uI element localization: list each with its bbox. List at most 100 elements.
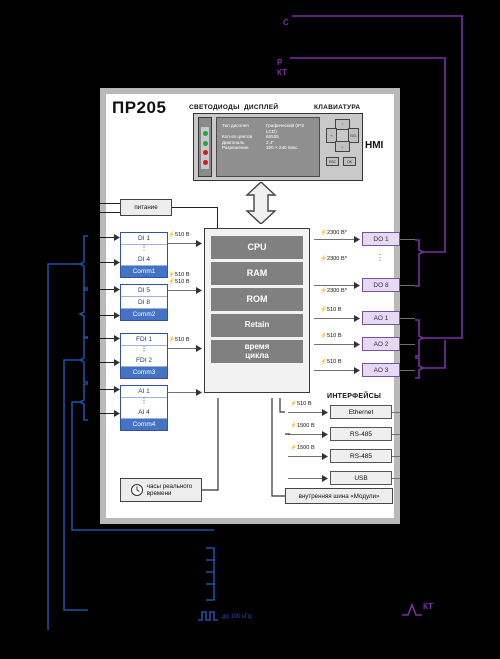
clock-icon — [130, 484, 143, 496]
interface-rs-485: RS-485 — [330, 427, 392, 441]
led-list — [201, 127, 209, 169]
input-arrow-2 — [114, 259, 120, 266]
cpu-cell-время: время цикла — [211, 340, 303, 363]
display-spec-row: Разрешение 320 × 240 пикс. — [222, 145, 315, 151]
digital-output-last: DO 8 — [362, 278, 400, 292]
input-arrow-5 — [114, 335, 120, 342]
section-header-keyboard: КЛАВИАТУРА — [314, 104, 361, 111]
input-terminal-ellipsis: ⋮ — [140, 398, 148, 405]
module-bus-block: внутренняя шина «Модули» — [285, 488, 393, 504]
interface-external-wire-2 — [392, 434, 400, 436]
display-panel: Тип дисплея Графический (IPS LCD) Кол-во ц… — [216, 117, 320, 177]
cpu-cell-cpu: CPU — [211, 236, 303, 259]
analog-output-wire-1 — [314, 318, 358, 320]
bottom-partial-label: КТ — [423, 602, 433, 611]
led-1 — [202, 131, 208, 137]
power-input-wire-2 — [100, 212, 120, 214]
input-arrow-1 — [114, 234, 120, 241]
section-header-leds: СВЕТОДИОДЫ — [189, 104, 240, 111]
interface-external-wire-4 — [392, 478, 400, 480]
analog-output-1: AO 1 — [362, 311, 400, 325]
display-spec-key: Тип дисплея — [222, 123, 249, 128]
analog-output-arrow-3 — [354, 367, 360, 374]
do-first-external-wire — [400, 239, 415, 241]
interface-arrow-2 — [322, 431, 328, 438]
digital-output-first: DO 1 — [362, 232, 400, 246]
input-arrow-3 — [114, 286, 120, 293]
section-header-interfaces: ИНТЕРФЕЙСЫ — [327, 393, 382, 400]
interface-wire-4 — [288, 478, 326, 480]
led-3 — [202, 150, 208, 156]
input-group-di-1-4: DI 1 ⋮ DI 4 Comm1 — [120, 232, 168, 278]
analog-output-wire-2 — [314, 344, 358, 346]
input-arrow-7 — [114, 386, 120, 393]
interface-usb: USB — [330, 471, 392, 485]
interface-external-wire-3 — [392, 456, 400, 458]
input-cpu-arrow-1 — [196, 240, 202, 247]
input-terminal-first: DI 5 — [121, 285, 167, 297]
input-arrow-4 — [114, 312, 120, 319]
cpu-cell-rom: ROM — [211, 288, 303, 311]
dpad[interactable]: ⌃ « SEL ⌄ — [326, 119, 359, 152]
frequency-annotation: до 100 кГц — [222, 614, 252, 620]
interface-isolation-label-1: ⚡510 В — [290, 401, 312, 407]
digital-output-wire-1 — [314, 239, 358, 241]
input-terminal-ellipsis: ⋮ — [140, 346, 148, 353]
dpad-down-button[interactable]: ⌄ — [335, 141, 350, 152]
ao-isolation-label-3: ⚡510 В — [320, 359, 342, 365]
power-input-wire-1 — [100, 203, 120, 205]
ao-isolation-label-2: ⚡510 В — [320, 333, 342, 339]
display-cpu-arrow — [245, 182, 277, 224]
analog-output-arrow-2 — [354, 341, 360, 348]
ao-external-wire-2 — [400, 344, 415, 346]
display-spec-value: 320 × 240 пикс. — [266, 145, 299, 151]
cpu-cell-retain: Retain — [211, 314, 303, 337]
cpu-block: CPU RAM ROM Retain время цикла — [204, 228, 310, 393]
input-terminal-last: DI 4 — [121, 254, 167, 266]
interface-wire-3 — [288, 456, 326, 458]
input-cpu-arrow-4 — [196, 389, 202, 396]
section-header-display: ДИСПЛЕЙ — [244, 104, 279, 111]
input-terminal-last: FDI 2 — [121, 355, 167, 367]
analog-output-wire-3 — [314, 370, 358, 372]
rtc-label: часы реального времени — [146, 483, 193, 497]
input-isolation-label-3: ⚡510 В — [168, 337, 190, 343]
input-arrow-8 — [114, 410, 120, 417]
input-terminal-first: AI 1 — [121, 386, 167, 398]
input-cpu-arrow-3 — [196, 345, 202, 352]
keypad[interactable]: ⌃ « SEL ⌄ ESC OK — [324, 117, 359, 177]
digital-output-arrow-2 — [354, 282, 360, 289]
digital-output-dots: ⋮ — [376, 253, 384, 262]
input-group-fdi-1-2: FDI 1 ⋮ FDI 2 Comm3 — [120, 333, 168, 379]
ok-button[interactable]: OK — [343, 157, 356, 166]
power-output-wire — [172, 207, 218, 209]
do-isolation-label-2: ⚡2300 В* — [320, 256, 347, 262]
analog-output-3: AO 3 — [362, 363, 400, 377]
ao-external-wire-1 — [400, 318, 415, 320]
interface-wire-1 — [288, 412, 326, 414]
bottom-partial-mark — [402, 602, 422, 616]
input-terminal-first: FDI 1 — [121, 334, 167, 346]
led-4 — [202, 159, 208, 165]
interface-isolation-label-2: ⚡1500 В — [290, 423, 315, 429]
input-terminal-first: DI 1 — [121, 233, 167, 245]
ao-isolation-label-1: ⚡510 В — [320, 307, 342, 313]
interface-arrow-3 — [322, 453, 328, 460]
interface-ethernet: Ethernet — [330, 405, 392, 419]
digital-output-arrow-1 — [354, 236, 360, 243]
input-terminal-last: AI 4 — [121, 407, 167, 419]
cpu-cell-ram: RAM — [211, 262, 303, 285]
interface-rs-485: RS-485 — [330, 449, 392, 463]
power-drop-wire — [217, 207, 219, 229]
device-title: ПР205 — [112, 98, 167, 117]
esc-button[interactable]: ESC — [326, 157, 339, 166]
power-block: питание — [120, 199, 172, 216]
interface-arrow-4 — [322, 475, 328, 482]
led-2 — [202, 140, 208, 146]
input-common-terminal: Comm1 — [121, 266, 167, 277]
do-isolation-label-3: ⚡2300 В* — [320, 288, 347, 294]
hmi-label: HMI — [365, 140, 384, 151]
input-terminal-last: DI 8 — [121, 297, 167, 309]
input-isolation-label-2: ⚡510 В — [168, 279, 190, 285]
interface-isolation-label-3: ⚡1500 В — [290, 445, 315, 451]
